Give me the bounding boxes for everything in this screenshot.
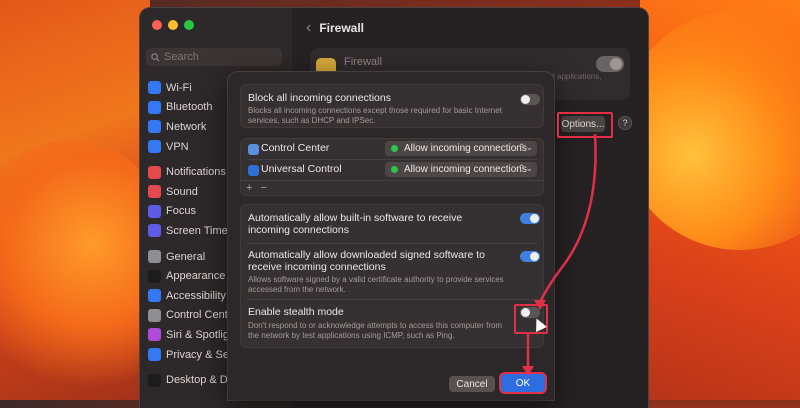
annotation-arrows: [522, 133, 597, 376]
